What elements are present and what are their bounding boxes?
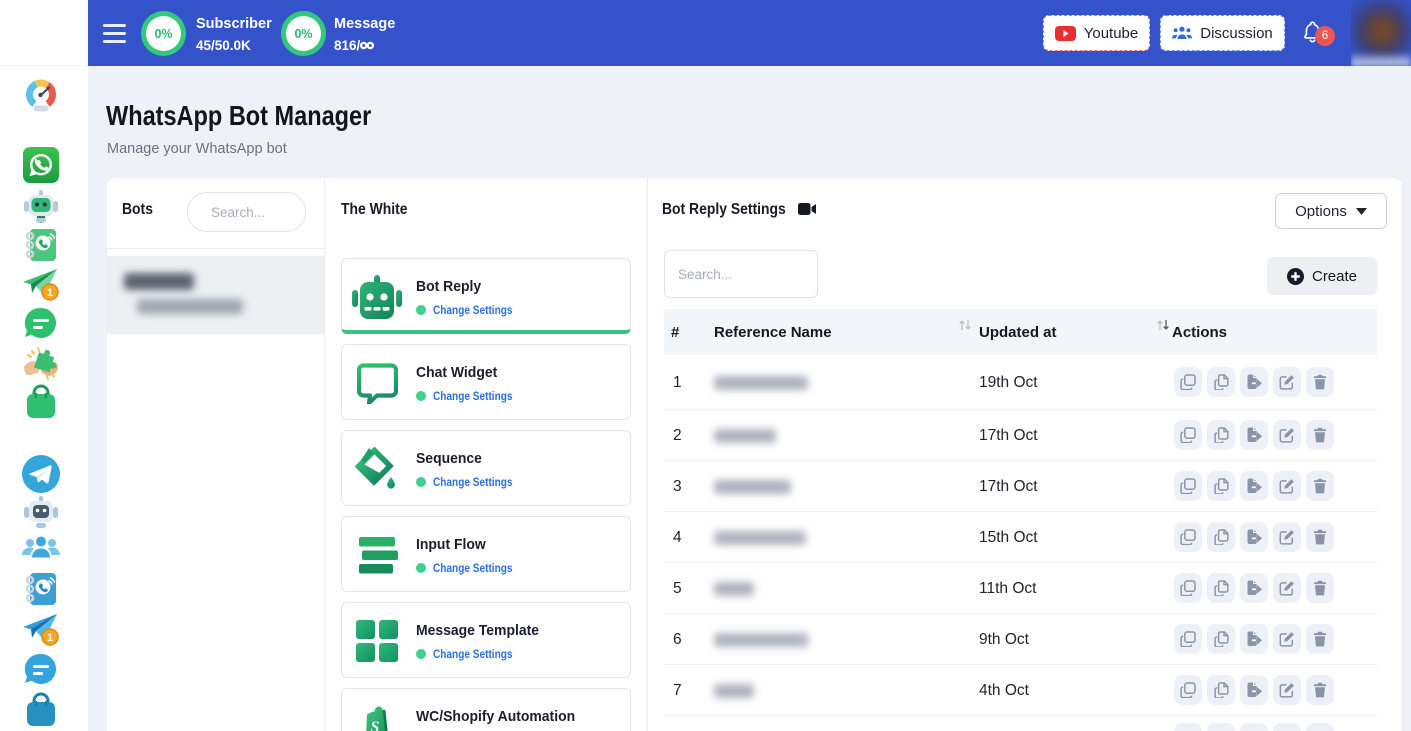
svg-text:1: 1: [47, 632, 53, 644]
svg-text:1: 1: [47, 287, 53, 299]
svg-text:S: S: [371, 719, 380, 731]
